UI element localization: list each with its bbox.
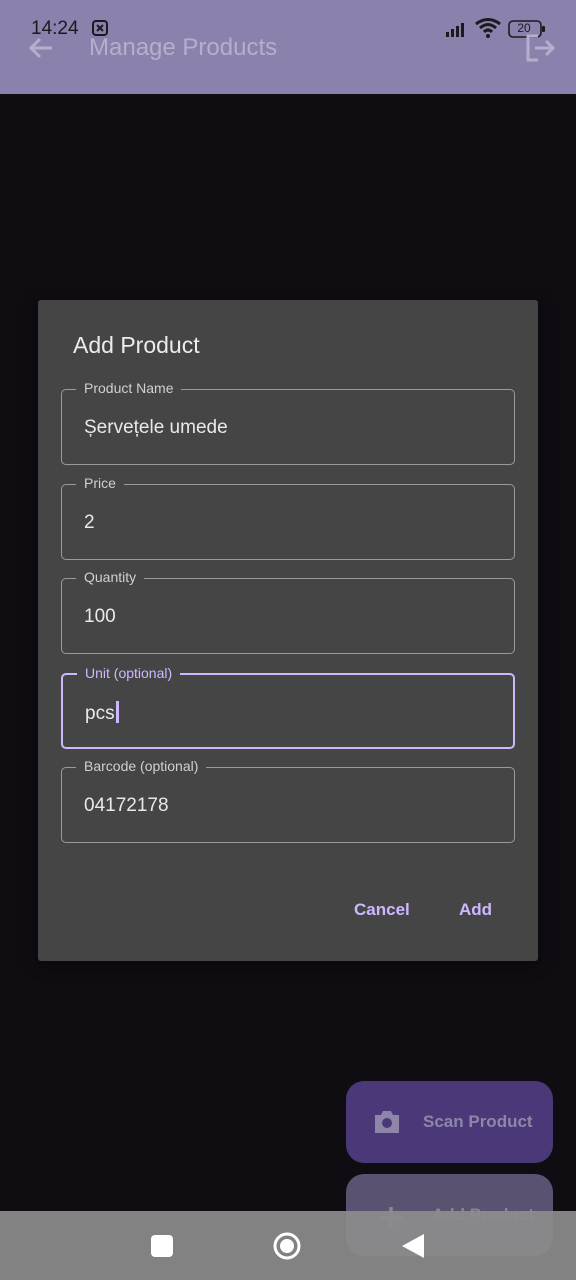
unit-value-wrap: pcs [85, 701, 119, 726]
barcode-field[interactable]: Barcode (optional) 04172178 [61, 757, 515, 843]
quantity-field[interactable]: Quantity 100 [61, 568, 515, 654]
add-button[interactable]: Add [459, 900, 492, 920]
unit-field[interactable]: Unit (optional) pcs [61, 664, 515, 749]
product-name-label: Product Name [76, 379, 182, 397]
add-product-dialog: Add Product Product Name Șervețele umede… [38, 300, 538, 961]
quantity-label: Quantity [76, 568, 145, 586]
quantity-value: 100 [84, 606, 116, 627]
product-name-field[interactable]: Product Name Șervețele umede [61, 379, 515, 465]
price-label: Price [76, 474, 124, 492]
signal-icon [446, 23, 464, 37]
scan-product-fab[interactable]: Scan Product [346, 1081, 553, 1163]
arrow-back-icon[interactable] [27, 34, 55, 62]
unit-value: pcs [85, 703, 115, 724]
unit-label: Unit (optional) [77, 664, 181, 682]
price-field[interactable]: Price 2 [61, 474, 515, 560]
system-nav-bar [0, 1211, 576, 1280]
wifi-icon [475, 18, 501, 38]
barcode-label: Barcode (optional) [76, 757, 207, 775]
back-nav-icon[interactable] [397, 1230, 429, 1262]
app-bar: 14:24 20 Manage Products [0, 0, 576, 94]
status-bar: 14:24 20 [0, 0, 576, 58]
cancel-button[interactable]: Cancel [354, 900, 410, 920]
price-value: 2 [84, 512, 95, 533]
dialog-title: Add Product [73, 332, 200, 358]
text-caret [115, 701, 119, 723]
scan-product-label: Scan Product [423, 1112, 533, 1131]
product-name-value: Șervețele umede [84, 417, 228, 438]
recents-icon[interactable] [146, 1230, 178, 1262]
home-icon[interactable] [271, 1230, 303, 1262]
camera-icon [375, 1111, 399, 1133]
logout-icon[interactable] [524, 33, 556, 63]
barcode-value: 04172178 [84, 795, 169, 816]
page-title: Manage Products [89, 34, 278, 61]
